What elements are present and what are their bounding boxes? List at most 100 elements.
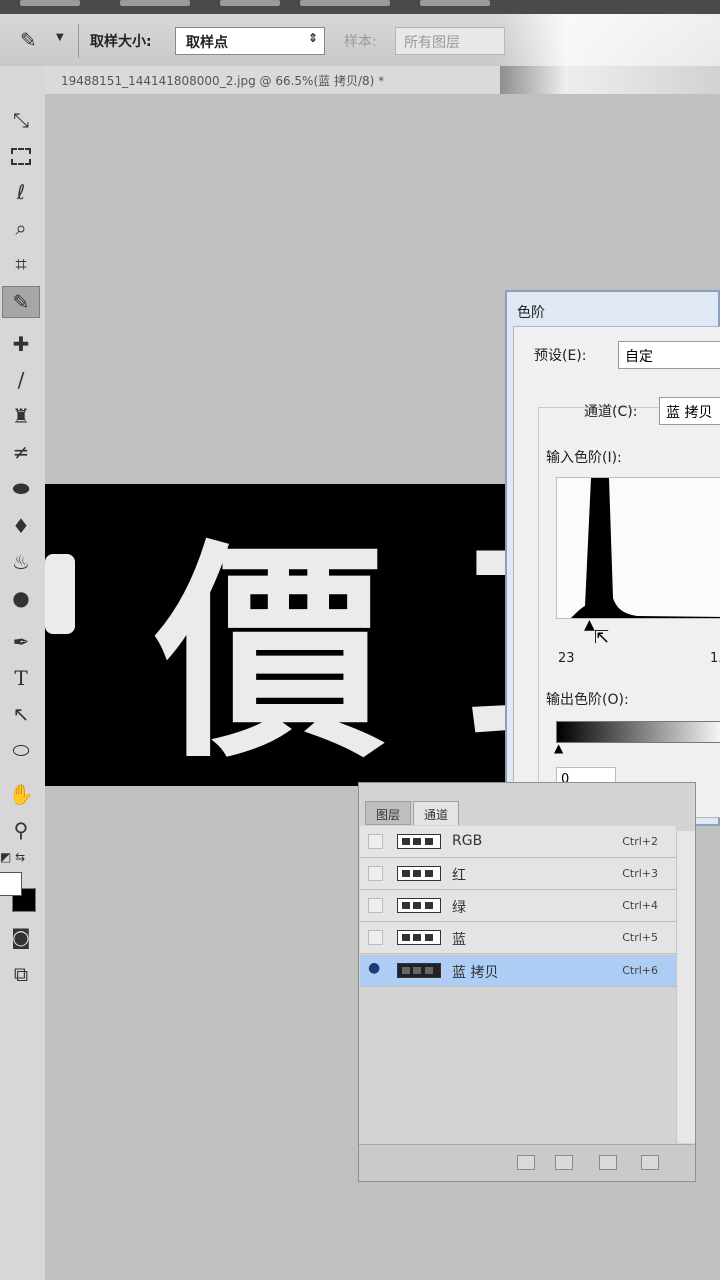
levels-body: 预设(E): 自定 通道(C): 蓝 拷贝 输入色阶(I): ▲ ⇱ 23 1.… [513,326,720,818]
sample-size-select[interactable]: 取样点 ⇕ [175,27,325,55]
marquee-tool-icon[interactable] [2,140,40,172]
tools-panel: ⤡ ℓ ⌕ ⌗ ✎ ✚ / ♜ ≠ ⬬ ♦ ♨ ● ✒ T ↖ ⬭ ✋ ⚲ ◩ … [0,66,46,1280]
channel-row-green[interactable]: 绿 Ctrl+4 [360,890,676,922]
menu-bar [0,0,720,14]
new-channel-icon[interactable] [599,1155,617,1170]
channels-panel: 图层 通道 RGB Ctrl+2 红 Ctrl+3 绿 Ctrl+4 蓝 Ctr… [358,782,696,1182]
tab-layers[interactable]: 图层 [365,801,412,825]
menu-item[interactable] [420,0,490,6]
eraser-tool-icon[interactable]: ⬬ [2,472,40,504]
visibility-toggle[interactable] [368,930,383,945]
channel-name: 蓝 拷贝 [452,965,499,981]
history-brush-tool-icon[interactable]: ≠ [2,436,40,468]
screen-mode-icon[interactable]: ⧉ [2,958,40,990]
panel-scrollbar[interactable] [676,831,695,1143]
sample-size-value: 取样点 [186,35,228,51]
channel-label: 通道(C): [584,404,638,420]
spot-healing-tool-icon[interactable]: ✚ [2,328,40,360]
tab-channels[interactable]: 通道 [413,801,460,825]
crop-tool-icon[interactable]: ⌗ [2,248,40,280]
image-calligraphy: 價 耳 [45,519,545,786]
channel-name: 蓝 [452,932,466,948]
input-levels-label: 输入色阶(I): [546,450,622,466]
histogram-shape [557,478,720,618]
menu-item[interactable] [20,0,80,6]
menu-item[interactable] [300,0,390,6]
preset-value: 自定 [625,349,653,365]
menu-item[interactable] [120,0,190,6]
channel-row-rgb[interactable]: RGB Ctrl+2 [360,826,676,858]
levels-title: 色阶 [517,305,545,321]
clone-stamp-tool-icon[interactable]: ♜ [2,400,40,432]
brush-tool-icon[interactable]: / [2,364,40,396]
channel-row-blue[interactable]: 蓝 Ctrl+5 [360,922,676,954]
cursor-icon: ⇱ [594,627,610,648]
default-colors-icon[interactable]: ◩ ⇆ [0,850,25,864]
options-bar: ✎ ▼ 取样大小: 取样点 ⇕ 样本: 所有图层 [0,14,720,104]
channel-row-red[interactable]: 红 Ctrl+3 [360,858,676,890]
blur-tool-icon[interactable]: ♨ [2,546,40,578]
document-title: 19488151_144141808000_2.jpg @ 66.5%(蓝 拷贝… [61,74,385,88]
pen-tool-icon[interactable]: ✒ [2,626,40,658]
channel-value: 蓝 拷贝 [666,405,713,421]
quick-mask-icon[interactable]: ◙ [2,921,40,953]
output-black-slider[interactable]: ▲ [554,741,563,755]
input-black-value[interactable]: 23 [558,651,575,666]
divider [78,24,79,58]
sample-label: 样本: [344,34,377,50]
shape-tool-icon[interactable]: ⬭ [2,734,40,766]
output-levels-label: 输出色阶(O): [546,692,629,708]
channel-shortcut: Ctrl+4 [622,899,658,912]
channel-shortcut: Ctrl+2 [622,835,658,848]
channel-name: 绿 [452,900,466,916]
dodge-tool-icon[interactable]: ● [2,582,40,614]
path-selection-tool-icon[interactable]: ↖ [2,698,40,730]
chevron-down-icon[interactable]: ▼ [56,32,64,43]
channel-row-blue-copy[interactable]: ● 蓝 拷贝 Ctrl+6 [360,955,676,987]
sample-layers-value: 所有图层 [404,35,460,51]
channel-shortcut: Ctrl+3 [622,867,658,880]
move-tool-icon[interactable]: ⤡ [2,104,40,136]
quick-selection-tool-icon[interactable]: ⌕ [2,212,40,244]
zoom-tool-icon[interactable]: ⚲ [2,814,40,846]
input-white-value[interactable]: 1. [710,651,720,666]
document-image[interactable]: 價 耳 [45,484,545,786]
channel-name: RGB [452,833,483,849]
sample-size-label: 取样大小: [90,34,152,50]
channel-thumbnail [397,898,441,913]
visibility-toggle[interactable] [368,834,383,849]
foreground-color-swatch[interactable] [0,872,22,896]
menu-item[interactable] [220,0,280,6]
eye-icon[interactable]: ● [368,960,381,976]
channel-shortcut: Ctrl+6 [622,964,658,977]
document-tab[interactable]: 19488151_144141808000_2.jpg @ 66.5%(蓝 拷贝… [45,66,500,95]
paint-bucket-tool-icon[interactable]: ♦ [2,510,40,542]
channel-thumbnail [397,866,441,881]
channel-name: 红 [452,868,466,884]
channel-thumbnail [397,834,441,849]
panel-bottom-bar [359,1144,695,1181]
visibility-toggle[interactable] [368,898,383,913]
channel-select[interactable]: 蓝 拷贝 [659,397,720,425]
load-selection-icon[interactable] [517,1155,535,1170]
hand-tool-icon[interactable]: ✋ [2,778,40,810]
channel-thumbnail [397,963,441,978]
select-arrow-icon: ⇕ [307,31,318,45]
visibility-toggle[interactable] [368,866,383,881]
histogram-graph [557,478,720,618]
histogram [556,477,720,619]
eyedropper-icon[interactable]: ✎ [20,28,37,52]
sample-layers-select[interactable]: 所有图层 [395,27,505,55]
eyedropper-tool-icon[interactable]: ✎ [2,286,40,318]
screen-glare [500,14,720,104]
save-selection-icon[interactable] [555,1155,573,1170]
type-tool-icon[interactable]: T [2,662,40,694]
trash-icon[interactable] [641,1155,659,1170]
preset-select[interactable]: 自定 [618,341,720,369]
preset-label: 预设(E): [534,348,587,364]
channel-thumbnail [397,930,441,945]
calligraphy-text: 價 耳 [154,519,545,786]
lasso-tool-icon[interactable]: ℓ [2,176,40,208]
output-gradient [556,721,720,743]
levels-dialog: 色阶 预设(E): 自定 通道(C): 蓝 拷贝 输入色阶(I): ▲ ⇱ 23… [505,290,720,826]
